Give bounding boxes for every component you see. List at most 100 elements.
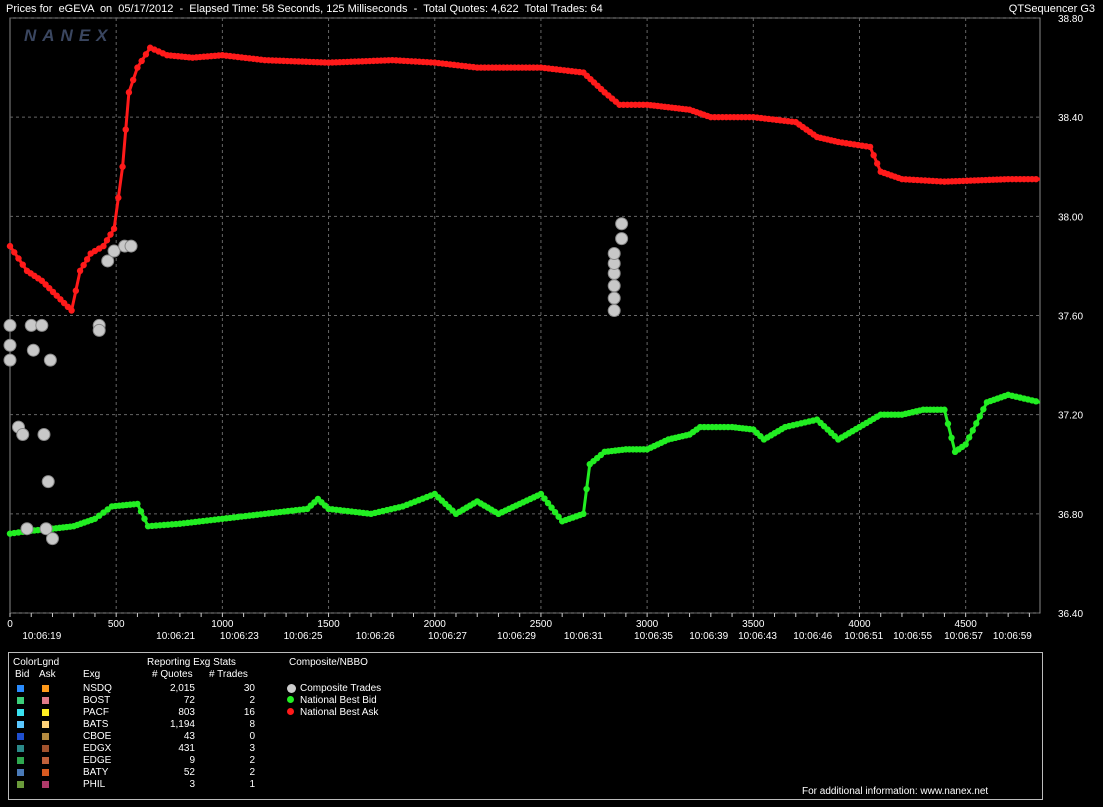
composite-legend-dot	[287, 684, 296, 693]
composite-legend-label: Composite Trades	[300, 683, 382, 694]
composite-trade-marker	[35, 318, 49, 332]
x-tick-label: 2000	[424, 619, 447, 630]
series-marker	[134, 500, 141, 508]
time-label: 10:06:46	[793, 631, 832, 642]
series-marker	[76, 267, 84, 275]
time-label: 10:06:57	[944, 631, 983, 642]
y-tick-label: 36.40	[1058, 609, 1083, 620]
y-tick-label: 37.60	[1058, 312, 1083, 323]
legend-stats-title: Reporting Exg Stats	[147, 657, 236, 668]
time-label: 10:06:25	[284, 631, 323, 642]
ask-color-swatch	[42, 781, 49, 788]
series-marker	[129, 76, 137, 84]
time-label: 10:06:31	[564, 631, 603, 642]
series-marker	[142, 51, 150, 58]
series-marker	[873, 160, 881, 167]
exchange-quotes: 9	[189, 755, 195, 766]
exchange-name: BOST	[83, 695, 111, 706]
series-marker	[870, 151, 877, 159]
composite-trade-marker	[37, 428, 51, 441]
exchange-quotes: 2,015	[169, 683, 195, 694]
composite-trade-marker	[124, 239, 138, 253]
series-marker	[980, 406, 987, 413]
series-marker	[137, 508, 145, 515]
bid-color-swatch	[17, 757, 24, 764]
exchange-trades: 2	[249, 767, 255, 778]
bid-color-swatch	[17, 721, 24, 728]
x-tick-label: 1500	[317, 619, 340, 630]
x-tick-label: 4500	[955, 619, 978, 630]
exchange-trades: 1	[249, 779, 255, 790]
composite-trade-marker	[615, 217, 629, 231]
series-marker	[107, 231, 114, 238]
ask-color-swatch	[42, 745, 49, 752]
series-marker	[1032, 398, 1040, 405]
ask-color-swatch	[42, 721, 49, 728]
ask-color-swatch	[42, 685, 49, 692]
series-marker	[6, 242, 14, 250]
exchange-trades: 3	[249, 743, 255, 754]
series-marker	[866, 143, 874, 151]
series-marker	[138, 57, 145, 65]
series-marker	[11, 249, 18, 256]
time-label: 10:06:43	[738, 631, 777, 642]
exchange-name: CBOE	[83, 731, 112, 742]
composite-trade-marker	[45, 532, 59, 546]
time-label: 10:06:23	[220, 631, 259, 642]
composite-trade-marker	[20, 522, 34, 536]
legend-ask-header: Ask	[39, 669, 56, 680]
composite-trade-marker	[615, 232, 629, 246]
x-tick-label: 1000	[211, 619, 234, 630]
series-marker	[103, 237, 111, 244]
series-marker	[122, 126, 129, 133]
exchange-name: EDGX	[83, 743, 112, 754]
exchange-name: PACF	[83, 707, 109, 718]
composite-trade-marker	[3, 353, 17, 367]
series-marker	[119, 163, 126, 170]
composite-trade-marker	[3, 338, 17, 352]
chart-window: Prices for eGEVA on 05/17/2012 - Elapsed…	[0, 0, 1103, 807]
exchange-trades: 8	[249, 719, 255, 730]
ask-color-swatch	[42, 757, 49, 764]
series-marker	[134, 64, 141, 71]
x-tick-label: 4000	[848, 619, 871, 630]
exchange-quotes: 72	[183, 695, 195, 706]
legend-colorlgnd-header: ColorLgnd	[13, 657, 60, 668]
y-tick-label: 38.80	[1058, 14, 1083, 25]
footer-note: For additional information: www.nanex.ne…	[802, 786, 989, 797]
time-label: 10:06:19	[22, 631, 61, 642]
composite-trade-marker	[92, 323, 106, 337]
series-marker	[966, 434, 973, 441]
composite-trade-marker	[43, 353, 57, 367]
composite-trade-marker	[3, 318, 17, 332]
y-tick-label: 38.00	[1058, 212, 1083, 223]
series-marker	[83, 256, 91, 263]
series-marker	[141, 515, 148, 522]
series-marker	[941, 406, 948, 413]
series-marker	[72, 287, 80, 294]
legend-trades-header: # Trades	[209, 669, 248, 680]
exchange-quotes: 1,194	[169, 719, 195, 730]
exchange-quotes: 43	[183, 731, 195, 742]
legend-composite-title: Composite/NBBO	[289, 657, 368, 668]
x-tick-label: 3500	[742, 619, 765, 630]
legend-bid-header: Bid	[15, 669, 30, 680]
series-marker	[115, 194, 122, 201]
exchange-quotes: 803	[178, 707, 195, 718]
series-marker	[68, 307, 75, 314]
time-label: 10:06:26	[356, 631, 395, 642]
legend-exg-header: Exg	[83, 669, 101, 680]
composite-trade-marker	[16, 428, 30, 441]
series-marker	[976, 413, 984, 420]
nanex-watermark: NANEX	[24, 26, 114, 45]
series-marker	[973, 420, 980, 427]
bid-color-swatch	[17, 745, 24, 752]
time-label: 10:06:27	[428, 631, 467, 642]
exchange-name: BATY	[83, 767, 109, 778]
exchange-trades: 16	[243, 707, 255, 718]
composite-legend-label: National Best Bid	[300, 695, 377, 706]
time-label: 10:06:39	[689, 631, 728, 642]
ask-color-swatch	[42, 709, 49, 716]
series-marker	[80, 261, 87, 269]
exchange-trades: 2	[249, 695, 255, 706]
